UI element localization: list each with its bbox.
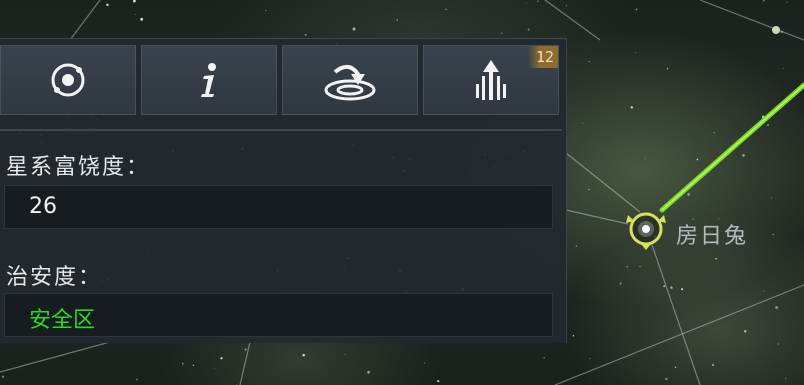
signal-tower-icon (476, 60, 506, 100)
signal-button[interactable]: 12 (423, 45, 559, 115)
star-map[interactable]: 房日兔 12 星系富饶度： 26 治安度： 安全区 (0, 0, 804, 385)
info-button[interactable] (141, 45, 277, 115)
richness-field: 26 (4, 185, 553, 229)
system-name-label[interactable]: 房日兔 (676, 218, 748, 250)
orbit-button[interactable] (0, 45, 136, 115)
security-label: 治安度： (6, 265, 103, 290)
selected-system-marker[interactable] (626, 212, 666, 250)
divider (0, 129, 562, 131)
system-toolbar: 12 (0, 45, 560, 115)
warp-jump-icon (324, 64, 376, 101)
orbit-icon (51, 63, 85, 97)
warp-jump-button[interactable] (282, 45, 418, 115)
security-value: 安全区 (29, 308, 96, 333)
richness-value: 26 (29, 194, 57, 219)
notification-badge: 12 (528, 46, 558, 68)
system-info-panel: 12 星系富饶度： 26 治安度： 安全区 (0, 38, 567, 343)
security-field: 安全区 (4, 293, 553, 337)
info-icon (201, 63, 216, 97)
richness-label: 星系富饶度： (6, 155, 151, 180)
